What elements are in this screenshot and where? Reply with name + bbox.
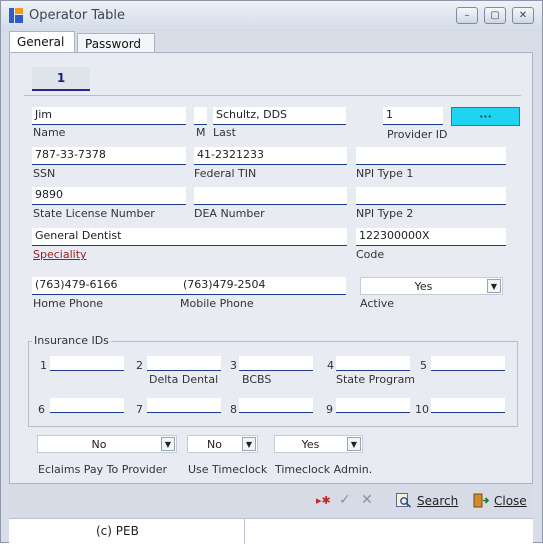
maximize-button[interactable]: ▢ [484, 7, 506, 24]
title-bar[interactable]: Operator Table – ▢ ✕ [1, 1, 542, 31]
close-icon: ✕ [518, 10, 528, 21]
insurance-num-7: 7 [136, 403, 143, 416]
status-bar: (c) PEB [9, 518, 533, 544]
active-select[interactable]: Yes ▼ [360, 277, 503, 295]
exit-door-icon [473, 493, 489, 508]
ssn-label: SSN [33, 167, 56, 180]
insurance-id-3-field[interactable] [239, 356, 313, 371]
delta-dental-label: Delta Dental [149, 373, 219, 386]
active-value: Yes [414, 280, 433, 293]
provider-id-field[interactable]: 1 [383, 107, 443, 125]
use-timeclock-select[interactable]: No ▼ [187, 435, 258, 453]
middle-initial-field[interactable] [194, 107, 207, 125]
minimize-icon: – [464, 10, 470, 21]
chevron-down-icon: ▼ [487, 279, 501, 293]
insurance-id-4-field[interactable] [336, 356, 410, 371]
search-icon [396, 493, 412, 508]
insurance-num-10: 10 [415, 403, 429, 416]
state-program-label: State Program [336, 373, 416, 386]
maximize-icon: ▢ [490, 10, 500, 21]
provider-lookup-button[interactable]: ··· [451, 107, 520, 126]
search-button[interactable]: Search [396, 493, 458, 508]
insurance-id-1-field[interactable] [50, 356, 124, 371]
insurance-ids-title: Insurance IDs [32, 334, 111, 347]
insurance-id-6-field[interactable] [50, 398, 124, 413]
dea-number-field[interactable] [194, 187, 347, 205]
eclaims-select[interactable]: No ▼ [37, 435, 177, 453]
chevron-down-icon: ▼ [347, 437, 361, 451]
active-label: Active [360, 297, 395, 310]
first-name-field[interactable]: Jim [32, 107, 186, 125]
new-record-icon[interactable]: ▸✱ [316, 494, 331, 507]
federal-tin-label: Federal TIN [194, 167, 257, 180]
insurance-id-9-field[interactable] [336, 398, 410, 413]
insurance-id-5-field[interactable] [431, 356, 505, 371]
code-field[interactable]: 122300000X [356, 228, 506, 246]
close-label: Close [494, 493, 527, 508]
timeclock-admin-select[interactable]: Yes ▼ [274, 435, 363, 453]
status-pane-copyright: (c) PEB [9, 519, 245, 544]
chevron-down-icon: ▼ [161, 437, 175, 451]
eclaims-label: Eclaims Pay To Provider [38, 463, 168, 476]
timeclock-admin-value: Yes [301, 438, 320, 451]
provider-id-label: Provider ID [387, 128, 448, 141]
state-license-field[interactable]: 9890 [32, 187, 186, 205]
insurance-num-5: 5 [420, 359, 427, 372]
page-tab-1[interactable]: 1 [32, 67, 90, 91]
copyright-text: (c) PEB [96, 524, 139, 538]
window-title: Operator Table [29, 8, 125, 23]
speciality-field[interactable]: General Dentist [32, 228, 347, 246]
insurance-num-9: 9 [326, 403, 333, 416]
insurance-num-1: 1 [40, 359, 47, 372]
eclaims-value: No [91, 438, 107, 451]
last-name-field[interactable]: Schultz, DDS [213, 107, 346, 125]
action-toolbar: ▸✱ ✓ ✕ Search Close [9, 484, 533, 518]
operator-table-window: Operator Table – ▢ ✕ General Password 1 … [0, 0, 543, 544]
home-phone-field[interactable]: (763)479-6166 [32, 277, 186, 295]
ssn-field[interactable]: 787-33-7378 [32, 147, 186, 165]
name-label: Name [33, 126, 66, 139]
insurance-num-4: 4 [327, 359, 334, 372]
insurance-num-8: 8 [230, 403, 237, 416]
insurance-id-7-field[interactable] [147, 398, 221, 413]
divider [24, 95, 521, 96]
timeclock-admin-label: Timeclock Admin. [275, 463, 373, 476]
insurance-num-3: 3 [230, 359, 237, 372]
last-label: Last [213, 126, 236, 139]
checkmark-icon[interactable]: ✓ [339, 492, 351, 508]
insurance-num-2: 2 [136, 359, 143, 372]
insurance-ids-group [28, 341, 518, 427]
use-timeclock-value: No [207, 438, 222, 451]
search-label: Search [417, 493, 459, 508]
insurance-id-2-field[interactable] [147, 356, 221, 371]
minimize-button[interactable]: – [456, 7, 478, 24]
tab-password[interactable]: Password [77, 33, 155, 53]
cancel-icon[interactable]: ✕ [361, 492, 373, 508]
npi-type2-field[interactable] [356, 187, 506, 205]
speciality-link[interactable]: Speciality [33, 248, 87, 261]
insurance-id-10-field[interactable] [431, 398, 505, 413]
mobile-phone-field[interactable]: (763)479-2504 [180, 277, 346, 295]
bcbs-label: BCBS [242, 373, 272, 386]
npi-type1-label: NPI Type 1 [356, 167, 414, 180]
tab-general[interactable]: General [9, 31, 75, 53]
insurance-num-6: 6 [38, 403, 45, 416]
middle-label: M [196, 126, 206, 139]
mobile-phone-label: Mobile Phone [180, 297, 254, 310]
npi-type1-field[interactable] [356, 147, 506, 165]
app-icon [9, 8, 23, 23]
insurance-id-8-field[interactable] [239, 398, 313, 413]
close-button[interactable]: Close [473, 493, 527, 508]
state-license-label: State License Number [33, 207, 155, 220]
home-phone-label: Home Phone [33, 297, 104, 310]
dea-number-label: DEA Number [194, 207, 265, 220]
use-timeclock-label: Use Timeclock [188, 463, 268, 476]
code-label: Code [356, 248, 385, 261]
federal-tin-field[interactable]: 41-2321233 [194, 147, 347, 165]
chevron-down-icon: ▼ [242, 437, 256, 451]
npi-type2-label: NPI Type 2 [356, 207, 414, 220]
general-panel: 1 Jim Schultz, DDS 1 ··· Name M Last Pro… [9, 52, 533, 484]
close-window-button[interactable]: ✕ [512, 7, 534, 24]
status-pane-empty [245, 519, 533, 544]
